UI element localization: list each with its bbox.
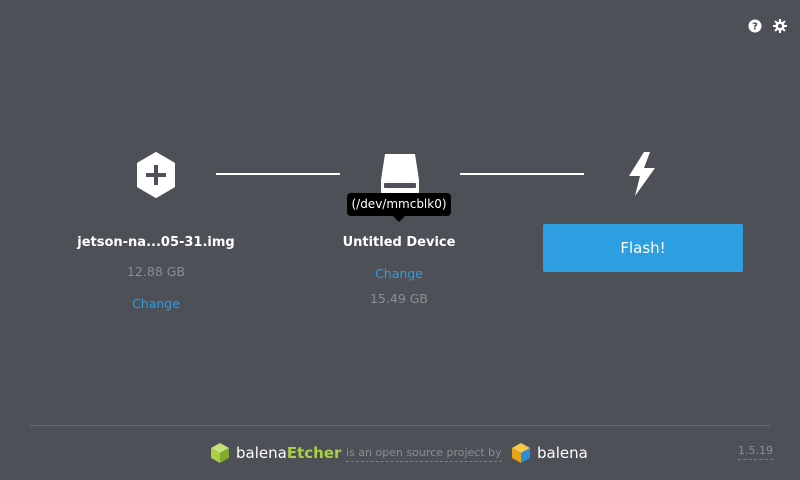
drive-path-tooltip: (/dev/mmcblk0) [347, 193, 451, 222]
drive-change-wrapper: Change [299, 263, 499, 282]
image-filename: jetson-na...05-31.img [77, 235, 235, 250]
footer-divider [30, 425, 770, 426]
svg-text:?: ? [752, 22, 758, 33]
plus-hexagon-icon[interactable] [136, 152, 176, 198]
flash-button[interactable]: Flash! [543, 224, 743, 272]
etcher-brand-suffix: Etcher [286, 444, 342, 462]
drive-icon[interactable] [379, 152, 421, 196]
image-change-wrapper: Change [56, 293, 256, 312]
drive-name: Untitled Device [342, 235, 456, 250]
lightning-icon [626, 152, 658, 196]
step-connector [216, 173, 340, 175]
etcher-brand-prefix: balena [236, 444, 287, 462]
change-drive-link[interactable]: Change [375, 266, 423, 281]
image-size: 12.88 GB [126, 264, 186, 279]
balena-brand-link[interactable]: balena [537, 444, 588, 462]
drive-size: 15.49 GB [369, 291, 429, 306]
step-connector [460, 173, 584, 175]
etcher-cube-logo-icon[interactable] [210, 442, 230, 464]
version-label[interactable]: 1.5.19 [738, 444, 773, 460]
footer-tagline[interactable]: is an open source project by [346, 446, 502, 462]
balena-cube-logo-icon[interactable] [511, 442, 531, 464]
change-image-link[interactable]: Change [132, 296, 180, 311]
gear-icon[interactable] [773, 18, 787, 33]
help-icon[interactable]: ? [748, 18, 762, 33]
etcher-brand-link[interactable]: balenaEtcher [236, 444, 341, 462]
